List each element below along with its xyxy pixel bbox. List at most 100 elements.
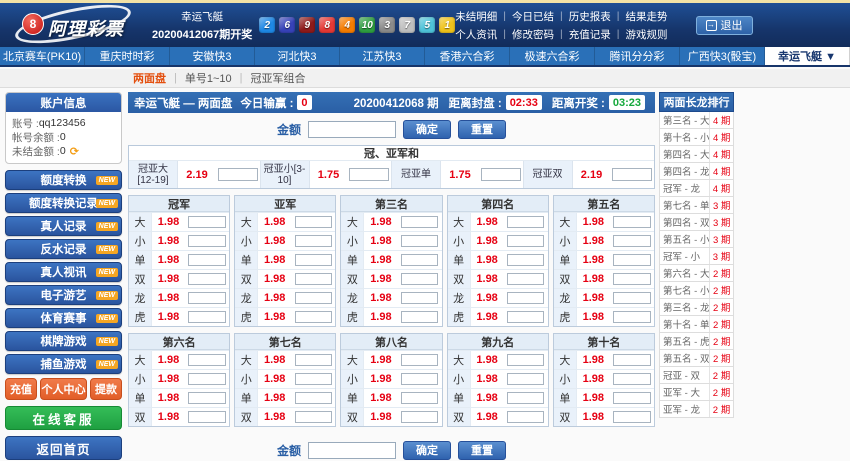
subnav-item[interactable]: 两面盘	[133, 70, 166, 86]
nav-tab[interactable]: 广西快3(骰宝)	[680, 47, 765, 65]
bet-amount-input[interactable]	[188, 354, 226, 366]
bet-amount-input[interactable]	[613, 373, 651, 385]
bet-amount-input[interactable]	[612, 168, 653, 181]
bet-amount-input[interactable]	[294, 254, 333, 266]
nav-tab[interactable]: 腾讯分分彩	[595, 47, 680, 65]
reset-button-top[interactable]: 重置	[458, 119, 506, 139]
bet-amount-input[interactable]	[294, 354, 333, 366]
amount-input-bottom[interactable]	[308, 441, 396, 459]
online-service-button[interactable]: 在线客服	[5, 406, 122, 430]
bet-amount-input[interactable]	[613, 235, 651, 247]
champion-sum-title: 冠、亚军和	[129, 146, 654, 161]
bet-amount-input[interactable]	[400, 411, 439, 423]
header-link[interactable]: 充值记录	[569, 27, 611, 42]
header-link[interactable]: 修改密码	[512, 27, 554, 42]
nav-tab[interactable]: 河北快3	[255, 47, 340, 65]
bet-amount-input[interactable]	[294, 392, 333, 404]
bet-amount-input[interactable]	[506, 292, 545, 304]
nav-tab[interactable]: 江苏快3	[340, 47, 425, 65]
bet-amount-input[interactable]	[349, 168, 390, 181]
nav-tab[interactable]: 安徽快3	[170, 47, 255, 65]
bet-amount-input[interactable]	[188, 254, 226, 266]
sidebar-menu-item[interactable]: 额度转换记录 NEW	[5, 193, 122, 213]
sidebar-menu-item[interactable]: 体育赛事 NEW	[5, 308, 122, 328]
header-link[interactable]: 游戏规则	[626, 27, 668, 42]
site-logo[interactable]: 8 阿理彩票	[0, 0, 148, 51]
header-link[interactable]: 个人资讯	[455, 27, 497, 42]
bet-amount-input[interactable]	[294, 216, 333, 228]
bet-amount-input[interactable]	[613, 392, 651, 404]
quick-button[interactable]: 充值	[5, 378, 37, 400]
bet-amount-input[interactable]	[613, 354, 651, 366]
sidebar-menu-item[interactable]: 额度转换 NEW	[5, 170, 122, 190]
quick-button[interactable]: 提款	[90, 378, 122, 400]
back-home-button[interactable]: 返回首页	[5, 436, 122, 460]
refresh-icon[interactable]: ⟳	[70, 145, 79, 158]
bet-amount-input[interactable]	[294, 373, 333, 385]
nav-tab[interactable]: 极速六合彩	[510, 47, 595, 65]
nav-tab[interactable]: 香港六合彩	[425, 47, 510, 65]
quick-button[interactable]: 个人中心	[40, 378, 87, 400]
bet-amount-input[interactable]	[506, 254, 545, 266]
sidebar-menu-item[interactable]: 真人视讯 NEW	[5, 262, 122, 282]
bet-amount-input[interactable]	[506, 354, 545, 366]
header-link[interactable]: 今日已结	[512, 9, 554, 24]
bet-amount-input[interactable]	[506, 411, 545, 423]
bet-amount-input[interactable]	[188, 311, 226, 323]
bet-amount-input[interactable]	[506, 216, 545, 228]
bet-amount-input[interactable]	[294, 235, 333, 247]
bet-amount-input[interactable]	[480, 168, 521, 181]
logout-button[interactable]: → 退出	[695, 15, 753, 35]
reset-button-bottom[interactable]: 重置	[458, 440, 506, 460]
bet-amount-input[interactable]	[400, 273, 439, 285]
sidebar-menu-item[interactable]: 电子游艺 NEW	[5, 285, 122, 305]
bet-amount-input[interactable]	[188, 392, 226, 404]
bet-amount-input[interactable]	[400, 311, 439, 323]
bet-amount-input[interactable]	[400, 392, 439, 404]
subnav-item[interactable]: 冠亚军组合	[251, 70, 306, 86]
sidebar-menu-item[interactable]: 捕鱼游戏 NEW	[5, 354, 122, 374]
bet-amount-input[interactable]	[188, 411, 226, 423]
bet-amount-input[interactable]	[294, 311, 333, 323]
bet-amount-input[interactable]	[294, 411, 333, 423]
bet-amount-input[interactable]	[613, 254, 651, 266]
bet-amount-input[interactable]	[294, 292, 333, 304]
nav-tab[interactable]: 重庆时时彩	[85, 47, 170, 65]
header-link[interactable]: 历史报表	[569, 9, 611, 24]
bet-amount-input[interactable]	[400, 292, 439, 304]
bet-amount-input[interactable]	[506, 235, 545, 247]
bet-amount-input[interactable]	[613, 311, 651, 323]
header-link[interactable]: 未结明细	[455, 9, 497, 24]
bet-amount-input[interactable]	[188, 273, 226, 285]
bet-amount-input[interactable]	[294, 273, 333, 285]
sidebar-menu-item[interactable]: 棋牌游戏 NEW	[5, 331, 122, 351]
bet-amount-input[interactable]	[188, 292, 226, 304]
nav-tab-active[interactable]: 幸运飞艇 ▼	[765, 47, 850, 65]
bet-amount-input[interactable]	[613, 292, 651, 304]
bet-amount-input[interactable]	[400, 235, 439, 247]
bet-amount-input[interactable]	[506, 392, 545, 404]
amount-input-top[interactable]	[308, 120, 396, 138]
bet-amount-input[interactable]	[400, 373, 439, 385]
bet-amount-input[interactable]	[400, 354, 439, 366]
bet-amount-input[interactable]	[188, 235, 226, 247]
bet-amount-input[interactable]	[188, 373, 226, 385]
bet-amount-input[interactable]	[506, 373, 545, 385]
bet-amount-input[interactable]	[613, 411, 651, 423]
sidebar-menu-item[interactable]: 真人记录 NEW	[5, 216, 122, 236]
bet-amount-input[interactable]	[613, 273, 651, 285]
sidebar-menu-item[interactable]: 反水记录 NEW	[5, 239, 122, 259]
nav-tab[interactable]: 北京赛车(PK10)	[0, 47, 85, 65]
bet-amount-input[interactable]	[217, 168, 258, 181]
bet-amount-input[interactable]	[400, 216, 439, 228]
confirm-button-top[interactable]: 确定	[403, 119, 451, 139]
bet-amount-input[interactable]	[188, 216, 226, 228]
bet-amount-input[interactable]	[400, 254, 439, 266]
header-link[interactable]: 结果走势	[626, 9, 668, 24]
subnav-item[interactable]: 单号1~10	[185, 70, 232, 86]
confirm-button-bottom[interactable]: 确定	[403, 440, 451, 460]
bet-amount-input[interactable]	[613, 216, 651, 228]
bet-amount-input[interactable]	[506, 273, 545, 285]
long-dragon-row: 冠亚 - 双 2 期	[659, 367, 734, 384]
bet-amount-input[interactable]	[506, 311, 545, 323]
